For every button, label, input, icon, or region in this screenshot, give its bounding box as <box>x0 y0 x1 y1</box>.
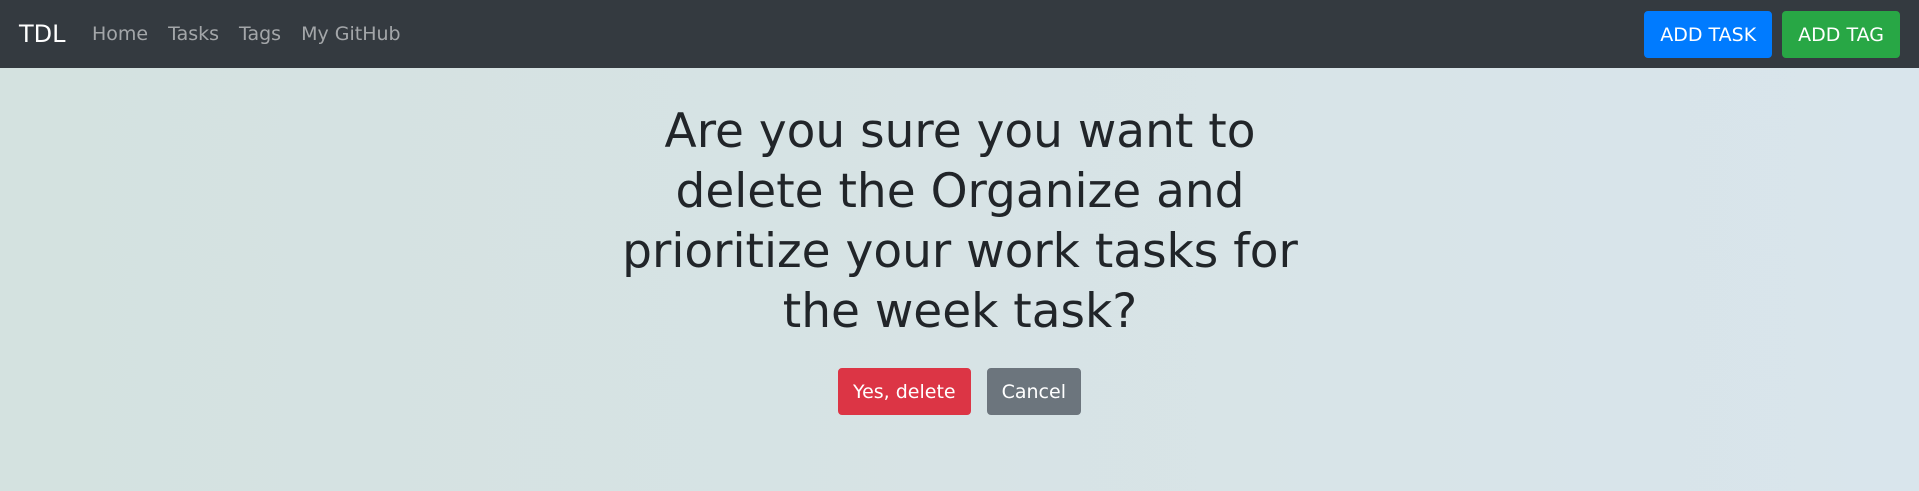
nav-actions: ADD TASK ADD TAG <box>1644 11 1900 58</box>
add-tag-button[interactable]: ADD TAG <box>1782 11 1900 58</box>
confirmation-actions: Yes, delete Cancel <box>0 368 1919 415</box>
nav-link-home[interactable]: Home <box>92 21 158 48</box>
nav-link-github[interactable]: My GitHub <box>291 21 411 48</box>
nav-link-tags[interactable]: Tags <box>229 21 291 48</box>
top-navbar: TDL Home Tasks Tags My GitHub ADD TASK A… <box>0 0 1919 68</box>
nav-link-tasks[interactable]: Tasks <box>158 21 229 48</box>
add-task-button[interactable]: ADD TASK <box>1644 11 1773 58</box>
confirmation-question: Are you sure you want to delete the Orga… <box>622 104 1298 339</box>
cancel-button[interactable]: Cancel <box>986 368 1081 415</box>
confirm-delete-button[interactable]: Yes, delete <box>838 368 971 415</box>
delete-confirmation: Are you sure you want to delete the Orga… <box>0 68 1919 491</box>
brand-logo[interactable]: TDL <box>19 17 66 51</box>
nav-links: Home Tasks Tags My GitHub <box>92 21 411 48</box>
